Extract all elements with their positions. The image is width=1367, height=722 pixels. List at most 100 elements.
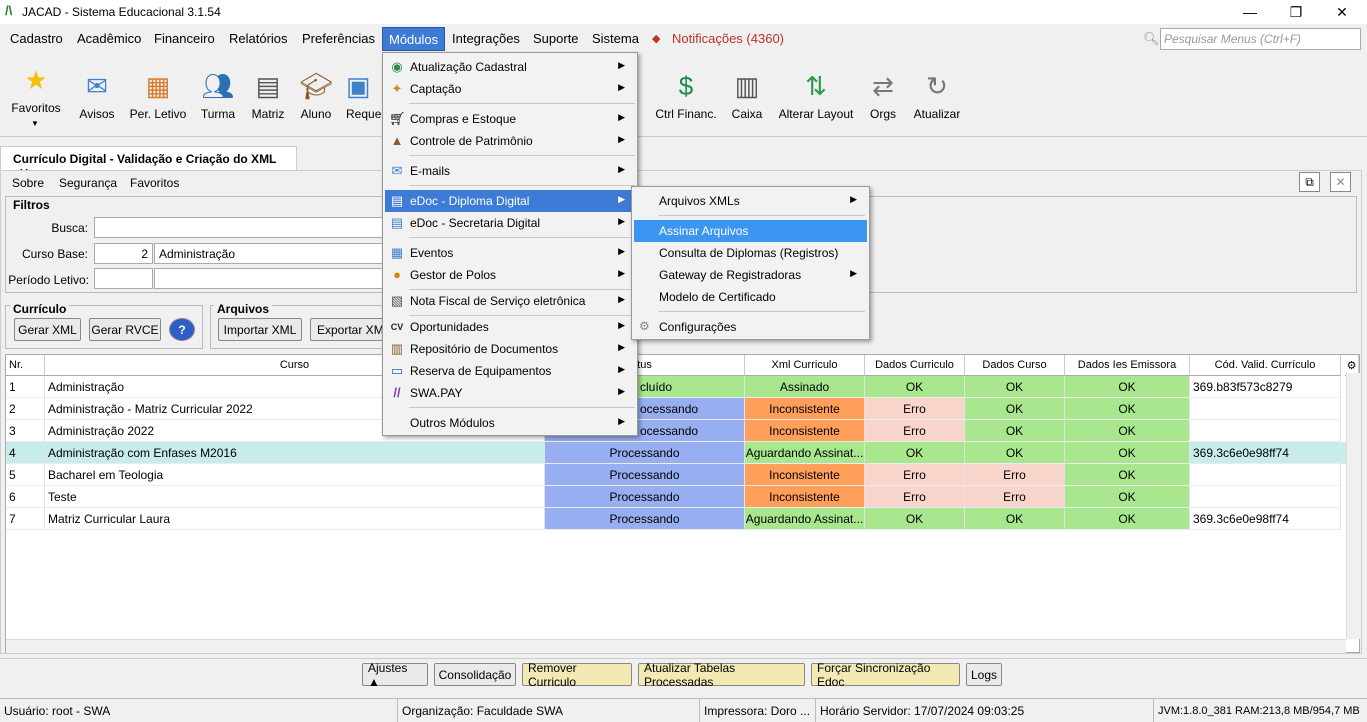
edoc-icon: ▤ — [390, 193, 404, 208]
exportar-xml-button[interactable]: Exportar XM — [310, 318, 386, 341]
toolbar-atualizar[interactable]: ↻ Atualizar — [912, 55, 962, 137]
document-tab[interactable]: Currículo Digital - Validação e Criação … — [0, 146, 297, 180]
periodo-code-input[interactable] — [94, 268, 153, 289]
menu-arquivos-xmls[interactable]: Arquivos XMLs ▶ — [634, 190, 867, 212]
menu-financeiro[interactable]: Financeiro — [148, 27, 221, 51]
toolbar-matriz[interactable]: ▤ Matriz — [248, 55, 288, 137]
menu-consulta-diplomas[interactable]: Consulta de Diplomas (Registros) — [634, 242, 867, 264]
toolbar-caixa[interactable]: ▥ Caixa — [728, 55, 766, 137]
curriculum-table: Nr. Curso tus Xml Curriculo Dados Curric… — [5, 354, 1360, 653]
layout-swap-icon: ⇅ — [805, 71, 827, 101]
menu-separator — [409, 155, 635, 156]
header-dados-ies[interactable]: Dados Ies Emissora — [1065, 355, 1190, 376]
logs-button[interactable]: Logs — [966, 663, 1002, 686]
menu-academico[interactable]: Acadêmico — [71, 27, 147, 51]
toolbar-alterar-layout[interactable]: ⇅ Alterar Layout — [776, 55, 856, 137]
toolbar-avisos[interactable]: ✉ Avisos — [76, 55, 118, 137]
menu-gateway-registradoras[interactable]: Gateway de Registradoras ▶ — [634, 264, 867, 286]
close-panel-icon[interactable]: ✕ — [1330, 172, 1351, 192]
toolbar-orgs[interactable]: ⇄ Orgs — [866, 55, 900, 137]
minimize-button[interactable]: — — [1227, 0, 1273, 24]
menu-outros-modulos[interactable]: Outros Módulos ▶ — [385, 412, 635, 434]
menu-configuracoes[interactable]: ⚙ Configurações — [634, 316, 867, 338]
popout-icon[interactable]: ⧉ — [1299, 172, 1320, 192]
menu-gestor-polos[interactable]: ● Gestor de Polos ▶ — [385, 264, 635, 286]
table-row[interactable]: 3 Administração 2022 ocessando Inconsist… — [6, 420, 1346, 442]
submenu-seguranca[interactable]: Segurança — [59, 176, 117, 190]
table-row[interactable]: 5 Bacharel em Teologia Processando Incon… — [6, 464, 1346, 486]
menu-suporte[interactable]: Suporte — [527, 27, 585, 51]
menu-edoc-diploma[interactable]: ▤ eDoc - Diploma Digital ▶ — [385, 190, 635, 212]
curso-name-input[interactable]: Administração — [154, 243, 394, 264]
vertical-scrollbar[interactable] — [1346, 373, 1360, 639]
menu-controle-patrimonio[interactable]: ▲ Controle de Patrimônio ▶ — [385, 130, 635, 152]
atualizar-tabelas-button[interactable]: Atualizar Tabelas Processadas — [638, 661, 805, 689]
submenu-arrow-icon: ▶ — [618, 112, 625, 122]
periodo-name-input[interactable] — [154, 268, 394, 289]
submenu-sobre[interactable]: Sobre — [12, 176, 44, 190]
menu-edoc-secretaria[interactable]: ▤ eDoc - Secretaria Digital ▶ — [385, 212, 635, 234]
ajustes-button[interactable]: Ajustes ▲ — [362, 661, 428, 689]
menu-oportunidades[interactable]: CV Oportunidades ▶ — [385, 316, 635, 338]
chevron-down-icon[interactable]: ▼ — [31, 119, 39, 128]
table-row[interactable]: 2 Administração - Matriz Curricular 2022… — [6, 398, 1346, 420]
importar-xml-button[interactable]: Importar XML — [218, 318, 302, 341]
menu-swa-pay[interactable]: //SWA.PAY ▶ — [385, 382, 635, 404]
table-row[interactable]: 1 Administração cluído Assinado OK OK OK… — [6, 376, 1346, 398]
menu-compras-estoque[interactable]: 🛒︎ Compras e Estoque ▶ — [385, 108, 635, 130]
submenu-arrow-icon: ▶ — [850, 194, 857, 204]
header-cod-valid[interactable]: Cód. Valid. Currículo — [1190, 355, 1341, 376]
help-icon[interactable]: ? — [169, 318, 195, 341]
submenu-arrow-icon: ▶ — [618, 386, 625, 396]
toolbar-turma[interactable]: 👥︎ Turma — [196, 55, 240, 137]
busca-input[interactable] — [94, 217, 394, 238]
remover-curriculo-button[interactable]: Remover Curriculo — [522, 661, 632, 689]
maximize-button[interactable]: ❐ — [1273, 0, 1319, 24]
menu-emails[interactable]: ✉ E-mails ▶ — [385, 160, 635, 182]
menu-reserva-equipamentos[interactable]: ▭ Reserva de Equipamentos ▶ — [385, 360, 635, 382]
toolbar-ctrl-financ[interactable]: $ Ctrl Financ. — [653, 55, 719, 137]
close-window-button[interactable]: ✕ — [1319, 0, 1365, 24]
menu-sistema[interactable]: Sistema — [586, 27, 645, 51]
menu-cadastro[interactable]: Cadastro — [4, 27, 69, 51]
menu-modulos[interactable]: Módulos — [382, 27, 446, 51]
gerar-rvce-button[interactable]: Gerar RVCE — [89, 318, 161, 341]
cart-icon: 🛒︎ — [389, 111, 406, 126]
menu-eventos[interactable]: ▦ Eventos ▶ — [385, 242, 635, 264]
menu-assinar-arquivos[interactable]: Assinar Arquivos — [634, 220, 867, 242]
menu-captacao[interactable]: ✦ Captação ▶ — [385, 78, 635, 100]
gerar-xml-button[interactable]: Gerar XML — [14, 318, 81, 341]
pay-icon: // — [393, 385, 401, 400]
menu-notificacoes[interactable]: Notificações (4360) — [666, 27, 790, 51]
table-row-selected[interactable]: 4 Administração com Enfases M2016 Proces… — [6, 442, 1346, 464]
menu-relatorios[interactable]: Relatórios — [223, 27, 294, 51]
submenu-arrow-icon: ▶ — [850, 268, 857, 278]
cash-register-icon: ▥ — [734, 71, 760, 101]
menu-preferencias[interactable]: Preferências — [296, 27, 381, 51]
status-usuario: Usuário: root - SWA — [0, 699, 398, 722]
toolbar-reque[interactable]: ▣ Reque — [346, 55, 384, 137]
curso-code-input[interactable]: 2 — [94, 243, 153, 264]
menu-modelo-certificado[interactable]: Modelo de Certificado — [634, 286, 867, 308]
toolbar-per-letivo[interactable]: ▦ Per. Letivo — [126, 55, 190, 137]
submenu-favoritos[interactable]: Favoritos — [130, 176, 179, 190]
update-icon: ◉ — [391, 59, 403, 74]
menu-repositorio[interactable]: ▥ Repositório de Documentos ▶ — [385, 338, 635, 360]
horizontal-scrollbar[interactable] — [6, 639, 1346, 653]
submenu-arrow-icon: ▶ — [618, 268, 625, 278]
table-row[interactable]: 7 Matriz Curricular Laura Processando Ag… — [6, 508, 1346, 530]
periodo-letivo-label: Período Letivo: — [8, 273, 89, 287]
menu-separator — [409, 185, 635, 186]
menu-nota-fiscal[interactable]: ▧ Nota Fiscal de Serviço eletrônica ▶ — [385, 290, 635, 312]
menu-atualizacao-cadastral[interactable]: ◉ Atualização Cadastral ▶ — [385, 56, 635, 78]
consolidacao-button[interactable]: Consolidação — [434, 663, 516, 686]
header-xml[interactable]: Xml Curriculo — [745, 355, 865, 376]
header-dados-curso[interactable]: Dados Curso — [965, 355, 1065, 376]
header-dados-curriculo[interactable]: Dados Curriculo — [865, 355, 965, 376]
header-nr[interactable]: Nr. — [6, 355, 45, 376]
table-row[interactable]: 6 Teste Processando Inconsistente Erro E… — [6, 486, 1346, 508]
search-input[interactable]: Pesquisar Menus (Ctrl+F) — [1160, 28, 1361, 50]
forcar-sincronizacao-button[interactable]: Forçar Sincronização Edoc — [811, 661, 960, 689]
toolbar-aluno[interactable]: 🎓︎ Aluno — [296, 55, 336, 137]
menu-integracoes[interactable]: Integrações — [446, 27, 526, 51]
